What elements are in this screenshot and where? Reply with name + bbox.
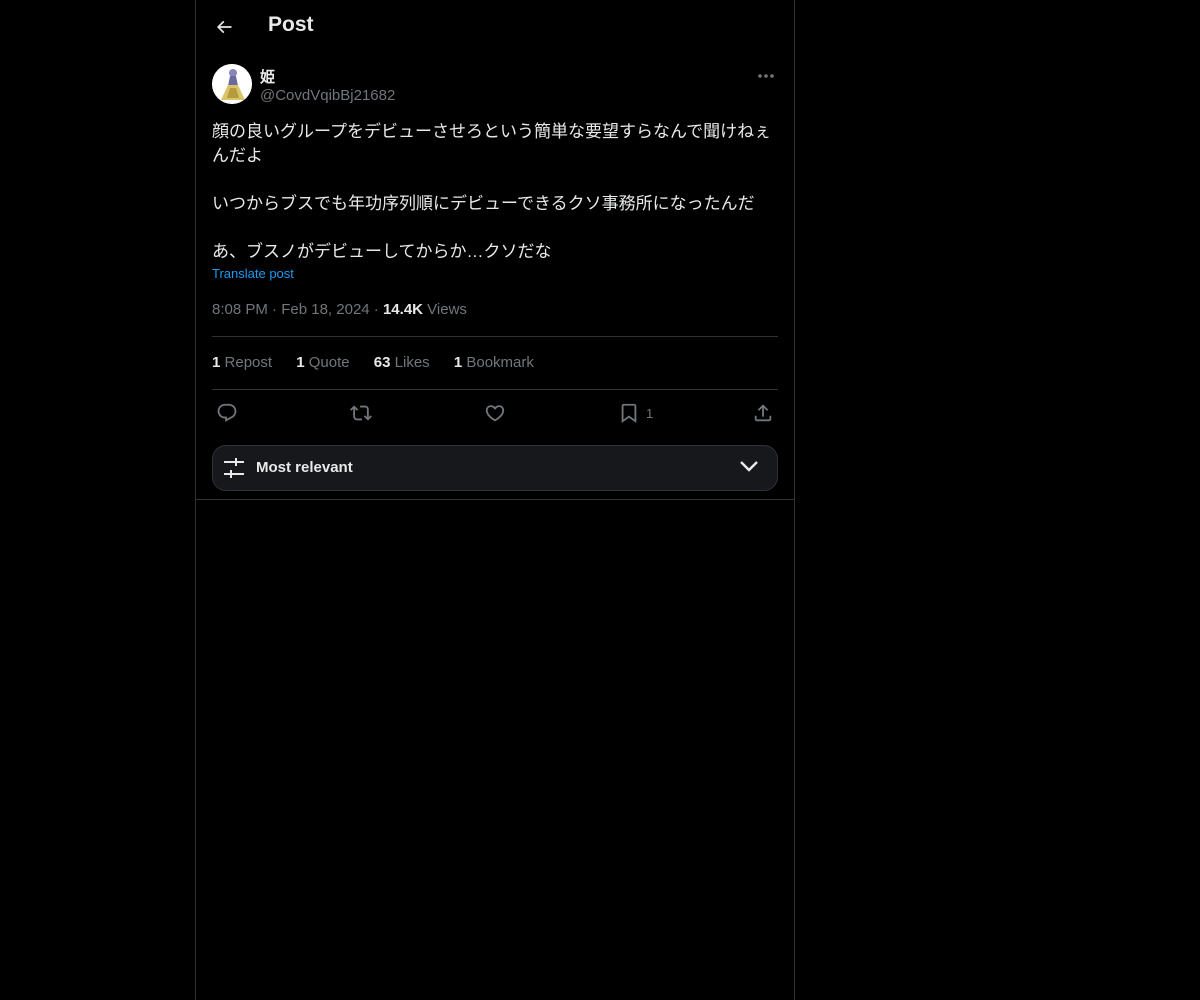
sort-replies-dropdown[interactable]: Most relevant bbox=[212, 445, 778, 491]
author-handle[interactable]: @CovdVqibBj21682 bbox=[260, 87, 395, 104]
divider bbox=[212, 336, 778, 337]
reply-button[interactable] bbox=[216, 401, 238, 425]
back-button[interactable] bbox=[208, 11, 240, 43]
arrow-left-icon bbox=[214, 17, 234, 37]
likes-count: 63 bbox=[373, 354, 391, 371]
quotes-label: Quote bbox=[308, 354, 350, 371]
chevron-down-icon bbox=[739, 459, 759, 473]
reposts-stat[interactable]: 1 Repost bbox=[212, 354, 272, 371]
post-text: 顔の良いグループをデビューさせろという簡単な要望すらなんで聞けねぇんだよ いつか… bbox=[212, 120, 778, 264]
heart-icon bbox=[484, 402, 506, 424]
bookmarks-label: Bookmark bbox=[466, 354, 534, 371]
post-paragraph: 顔の良いグループをデビューさせろという簡単な要望すらなんで聞けねぇんだよ bbox=[212, 122, 772, 165]
likes-label: Likes bbox=[394, 354, 430, 371]
author-display-name[interactable]: 姫 bbox=[260, 66, 275, 87]
sliders-icon bbox=[223, 457, 245, 479]
quotes-count: 1 bbox=[296, 354, 305, 371]
post-metadata: 8:08 PM · Feb 18, 2024 · 14.4K Views bbox=[212, 301, 467, 318]
translate-post-link[interactable]: Translate post bbox=[212, 266, 294, 281]
top-bar: Post bbox=[196, 0, 794, 54]
post-date[interactable]: Feb 18, 2024 bbox=[281, 301, 369, 318]
action-bar: 1 bbox=[212, 401, 778, 425]
engagement-stats: 1 Repost 1 Quote 63 Likes 1 Bookmark bbox=[212, 354, 554, 371]
more-horizontal-icon bbox=[757, 73, 775, 79]
divider bbox=[212, 389, 778, 390]
more-options-button[interactable] bbox=[754, 66, 778, 86]
views-count: 14.4K bbox=[382, 301, 423, 318]
bookmark-count: 1 bbox=[646, 405, 654, 421]
separator: · bbox=[373, 301, 379, 318]
post-paragraph: あ、ブスノがデビューしてからか…クソだな bbox=[212, 242, 552, 261]
reply-icon bbox=[216, 402, 238, 424]
bookmark-button[interactable]: 1 bbox=[618, 401, 653, 425]
post-paragraph: いつからブスでも年功序列順にデビューできるクソ事務所になったんだ bbox=[212, 194, 755, 213]
bookmark-icon bbox=[618, 402, 640, 424]
repost-icon bbox=[350, 402, 372, 424]
separator: · bbox=[272, 301, 278, 318]
sort-label: Most relevant bbox=[256, 459, 353, 476]
bookmarks-count: 1 bbox=[453, 354, 463, 371]
views-label: Views bbox=[427, 301, 467, 318]
quotes-stat[interactable]: 1 Quote bbox=[296, 354, 349, 371]
primary-column: Post 姫 @CovdVqibBj21682 顔の良いグループをデビューさせろ… bbox=[195, 0, 795, 1000]
share-icon bbox=[752, 402, 774, 424]
reposts-count: 1 bbox=[212, 354, 221, 371]
share-button[interactable] bbox=[752, 401, 774, 425]
avatar[interactable] bbox=[212, 64, 252, 104]
section-divider bbox=[196, 499, 794, 500]
like-button[interactable] bbox=[484, 401, 506, 425]
page-title: Post bbox=[268, 13, 314, 36]
repost-button[interactable] bbox=[350, 401, 372, 425]
post-time[interactable]: 8:08 PM bbox=[212, 301, 268, 318]
reposts-label: Repost bbox=[224, 354, 273, 371]
bookmarks-stat[interactable]: 1 Bookmark bbox=[454, 354, 534, 371]
likes-stat[interactable]: 63 Likes bbox=[374, 354, 430, 371]
